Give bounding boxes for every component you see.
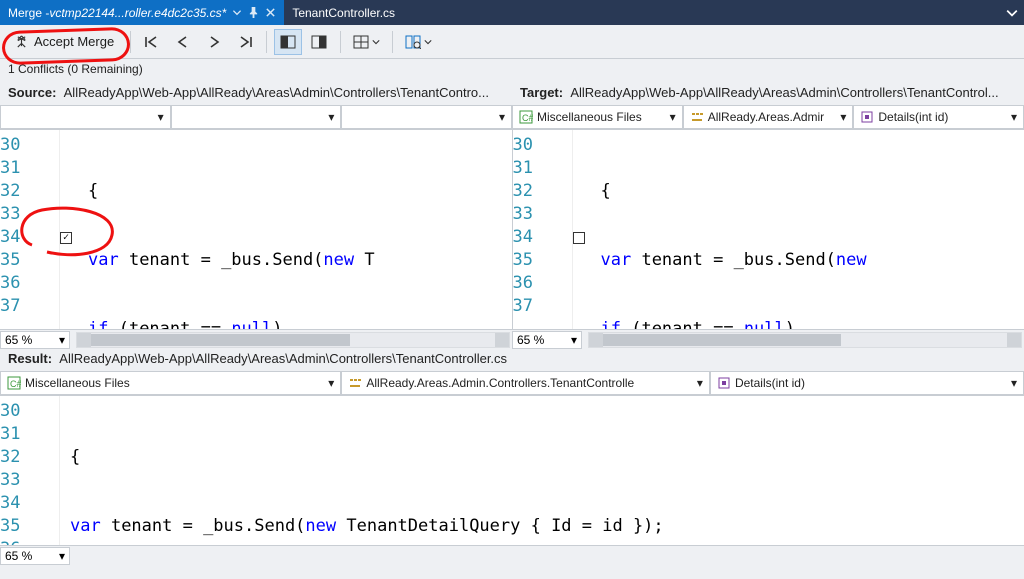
result-panel: 30 31 32 33 34 35 36 { var tenant = _bus… bbox=[0, 395, 1024, 545]
prev-conflict-button[interactable] bbox=[169, 29, 197, 55]
close-icon[interactable] bbox=[265, 7, 276, 18]
layout-left-icon bbox=[280, 35, 296, 49]
source-namespace-dropdown[interactable]: ▾ bbox=[171, 105, 342, 129]
source-member-dropdown[interactable]: ▾ bbox=[341, 105, 512, 129]
target-path: AllReadyApp\Web-App\AllReady\Areas\Admin… bbox=[570, 85, 998, 100]
result-zoom-bar: 65 %▾ bbox=[0, 545, 1024, 565]
toolbar-separator bbox=[130, 31, 131, 53]
target-line-34-checkbox[interactable] bbox=[573, 232, 585, 244]
layout-left-button[interactable] bbox=[274, 29, 302, 55]
layout-right-button[interactable] bbox=[305, 29, 333, 55]
layout-right-icon bbox=[311, 35, 327, 49]
toolbar-separator bbox=[266, 31, 267, 53]
result-gutter: 30 31 32 33 34 35 36 bbox=[0, 396, 60, 545]
source-label: Source: bbox=[8, 85, 56, 100]
result-path: AllReadyApp\Web-App\AllReady\Areas\Admin… bbox=[59, 351, 507, 366]
source-project-dropdown[interactable]: ▾ bbox=[0, 105, 171, 129]
next-conflict-button[interactable] bbox=[200, 29, 228, 55]
target-project-dropdown[interactable]: C#Miscellaneous Files▾ bbox=[512, 105, 683, 129]
tab-filename: vctmp22144...roller.e4dc2c35.cs* bbox=[49, 6, 226, 20]
source-hscrollbar[interactable] bbox=[76, 332, 510, 348]
toolbar-separator bbox=[340, 31, 341, 53]
target-code[interactable]: { var tenant = _bus.Send(new if (tenant … bbox=[591, 130, 1024, 329]
compare-icon bbox=[405, 35, 421, 49]
tab-label: TenantController.cs bbox=[292, 6, 395, 20]
target-member-dropdown[interactable]: Details(int id)▾ bbox=[853, 105, 1024, 129]
target-pane: 30 31 32 33 34 35 36 37 { var tenant = _… bbox=[513, 130, 1024, 329]
source-zoom-combo[interactable]: 65 %▾ bbox=[0, 331, 70, 349]
source-code[interactable]: { var tenant = _bus.Send(new T if (tenan… bbox=[78, 130, 512, 329]
merge-toolbar: Accept Merge bbox=[0, 25, 1024, 59]
tab-merge-active[interactable]: Merge - vctmp22144...roller.e4dc2c35.cs* bbox=[0, 0, 284, 25]
result-header: Result: AllReadyApp\Web-App\AllReady\Are… bbox=[0, 349, 1024, 371]
result-namespace-dropdown[interactable]: AllReady.Areas.Admin.Controllers.TenantC… bbox=[341, 371, 710, 395]
target-namespace-dropdown[interactable]: AllReady.Areas.Admir▾ bbox=[683, 105, 854, 129]
source-target-zoom-bar: 65 %▾ 65 %▾ bbox=[0, 329, 1024, 349]
source-header: Source: AllReadyApp\Web-App\AllReady\Are… bbox=[0, 83, 512, 105]
toolbar-separator bbox=[392, 31, 393, 53]
last-conflict-button[interactable] bbox=[231, 29, 259, 55]
tab-label: Merge - bbox=[8, 6, 49, 20]
diff-panels: 30 31 32 33 34 35 36 37 ✓ { var tenant =… bbox=[0, 129, 1024, 329]
arrow-first-icon bbox=[144, 35, 160, 49]
result-dropdowns: C#Miscellaneous Files▾ AllReady.Areas.Ad… bbox=[0, 371, 1024, 395]
target-label: Target: bbox=[520, 85, 563, 100]
layout-grid-icon bbox=[353, 35, 369, 49]
result-project-dropdown[interactable]: C#Miscellaneous Files▾ bbox=[0, 371, 341, 395]
result-zoom-combo[interactable]: 65 %▾ bbox=[0, 547, 70, 565]
accept-merge-label: Accept Merge bbox=[34, 34, 114, 49]
svg-text:C#: C# bbox=[10, 379, 21, 389]
layout-grid-button[interactable] bbox=[348, 29, 385, 55]
result-member-dropdown[interactable]: Details(int id)▾ bbox=[710, 371, 1024, 395]
document-tabs: Merge - vctmp22144...roller.e4dc2c35.cs*… bbox=[0, 0, 1024, 25]
arrow-next-icon bbox=[207, 35, 221, 49]
source-target-dropdowns: ▾ ▾ ▾ C#Miscellaneous Files▾ AllReady.Ar… bbox=[0, 105, 1024, 129]
target-zoom-combo[interactable]: 65 %▾ bbox=[512, 331, 582, 349]
first-conflict-button[interactable] bbox=[138, 29, 166, 55]
arrow-prev-icon bbox=[176, 35, 190, 49]
pin-icon[interactable] bbox=[248, 7, 259, 18]
source-line-34-checkbox[interactable]: ✓ bbox=[60, 232, 72, 244]
chevron-down-icon bbox=[424, 38, 432, 46]
arrow-last-icon bbox=[237, 35, 253, 49]
source-gutter: 30 31 32 33 34 35 36 37 bbox=[0, 130, 60, 329]
compare-options-button[interactable] bbox=[400, 29, 437, 55]
svg-text:C#: C# bbox=[522, 113, 533, 123]
tab-tenantcontroller[interactable]: TenantController.cs bbox=[284, 0, 403, 25]
source-path: AllReadyApp\Web-App\AllReady\Areas\Admin… bbox=[64, 85, 489, 100]
source-target-headers: Source: AllReadyApp\Web-App\AllReady\Are… bbox=[0, 83, 1024, 105]
result-pane: 30 31 32 33 34 35 36 { var tenant = _bus… bbox=[0, 396, 1024, 545]
tab-dropdown-icon[interactable] bbox=[232, 8, 242, 17]
result-code[interactable]: { var tenant = _bus.Send(new TenantDetai… bbox=[60, 396, 1024, 545]
conflict-status: 1 Conflicts (0 Remaining) bbox=[0, 59, 1024, 83]
target-hscrollbar[interactable] bbox=[588, 332, 1022, 348]
source-pane: 30 31 32 33 34 35 36 37 ✓ { var tenant =… bbox=[0, 130, 513, 329]
tab-overflow-dropdown-icon[interactable] bbox=[1006, 7, 1018, 19]
target-checkbox-col bbox=[573, 130, 591, 329]
merge-arrow-icon bbox=[15, 35, 28, 48]
source-checkbox-col: ✓ bbox=[60, 130, 78, 329]
accept-merge-button[interactable]: Accept Merge bbox=[6, 29, 123, 55]
target-header: Target: AllReadyApp\Web-App\AllReady\Are… bbox=[512, 83, 1024, 105]
chevron-down-icon bbox=[372, 38, 380, 46]
target-gutter: 30 31 32 33 34 35 36 37 bbox=[513, 130, 573, 329]
result-label: Result: bbox=[8, 351, 52, 366]
